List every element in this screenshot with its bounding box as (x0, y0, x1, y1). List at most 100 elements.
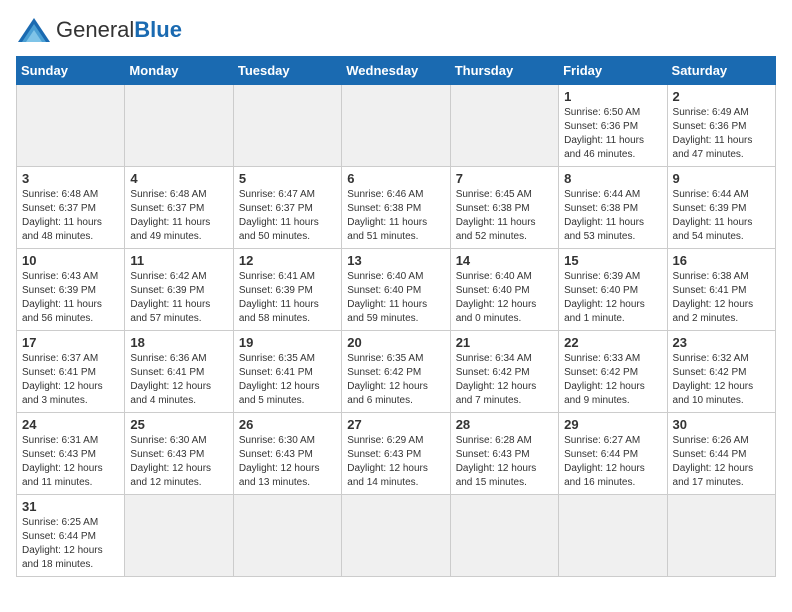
day-info: Sunrise: 6:44 AM Sunset: 6:38 PM Dayligh… (564, 188, 661, 244)
calendar-cell (559, 495, 667, 577)
day-info: Sunrise: 6:30 AM Sunset: 6:43 PM Dayligh… (239, 434, 336, 490)
day-number: 7 (456, 171, 553, 186)
calendar-cell: 29 Sunrise: 6:27 AM Sunset: 6:44 PM Dayli… (559, 413, 667, 495)
day-number: 6 (347, 171, 444, 186)
calendar-cell: 28Sunrise: 6:28 AM Sunset: 6:43 PM Dayli… (450, 413, 558, 495)
day-info: Sunrise: 6:32 AM Sunset: 6:42 PM Dayligh… (673, 352, 770, 408)
calendar-cell: 26 Sunrise: 6:30 AM Sunset: 6:43 PM Dayli… (233, 413, 341, 495)
calendar-week-5: 31 Sunrise: 6:25 AM Sunset: 6:44 PM Dayli… (17, 495, 776, 577)
calendar-cell: 11Sunrise: 6:42 AM Sunset: 6:39 PM Dayli… (125, 249, 233, 331)
calendar-cell: 13 Sunrise: 6:40 AM Sunset: 6:40 PM Dayli… (342, 249, 450, 331)
calendar-cell: 16 Sunrise: 6:38 AM Sunset: 6:41 PM Dayli… (667, 249, 775, 331)
day-number: 10 (22, 253, 119, 268)
weekday-wednesday: Wednesday (342, 57, 450, 85)
day-info: Sunrise: 6:27 AM Sunset: 6:44 PM Dayligh… (564, 434, 661, 490)
day-number: 20 (347, 335, 444, 350)
day-info: Sunrise: 6:35 AM Sunset: 6:41 PM Dayligh… (239, 352, 336, 408)
calendar-cell: 17 Sunrise: 6:37 AM Sunset: 6:41 PM Dayli… (17, 331, 125, 413)
day-info: Sunrise: 6:25 AM Sunset: 6:44 PM Dayligh… (22, 516, 119, 572)
day-info: Sunrise: 6:48 AM Sunset: 6:37 PM Dayligh… (130, 188, 227, 244)
calendar-cell: 27 Sunrise: 6:29 AM Sunset: 6:43 PM Dayli… (342, 413, 450, 495)
calendar-week-0: 1Sunrise: 6:50 AM Sunset: 6:36 PM Daylig… (17, 85, 776, 167)
day-number: 5 (239, 171, 336, 186)
day-number: 16 (673, 253, 770, 268)
day-info: Sunrise: 6:37 AM Sunset: 6:41 PM Dayligh… (22, 352, 119, 408)
calendar-cell (233, 495, 341, 577)
day-info: Sunrise: 6:49 AM Sunset: 6:36 PM Dayligh… (673, 106, 770, 162)
weekday-friday: Friday (559, 57, 667, 85)
calendar-week-2: 10 Sunrise: 6:43 AM Sunset: 6:39 PM Dayli… (17, 249, 776, 331)
day-number: 28 (456, 417, 553, 432)
day-info: Sunrise: 6:44 AM Sunset: 6:39 PM Dayligh… (673, 188, 770, 244)
calendar-cell: 2 Sunrise: 6:49 AM Sunset: 6:36 PM Daylig… (667, 85, 775, 167)
day-info: Sunrise: 6:29 AM Sunset: 6:43 PM Dayligh… (347, 434, 444, 490)
day-info: Sunrise: 6:45 AM Sunset: 6:38 PM Dayligh… (456, 188, 553, 244)
day-number: 1 (564, 89, 661, 104)
day-number: 19 (239, 335, 336, 350)
day-info: Sunrise: 6:31 AM Sunset: 6:43 PM Dayligh… (22, 434, 119, 490)
calendar-cell (450, 85, 558, 167)
day-info: Sunrise: 6:30 AM Sunset: 6:43 PM Dayligh… (130, 434, 227, 490)
day-number: 30 (673, 417, 770, 432)
weekday-monday: Monday (125, 57, 233, 85)
day-info: Sunrise: 6:40 AM Sunset: 6:40 PM Dayligh… (456, 270, 553, 326)
calendar-cell (125, 495, 233, 577)
calendar-cell: 5 Sunrise: 6:47 AM Sunset: 6:37 PM Daylig… (233, 167, 341, 249)
calendar-cell: 8 Sunrise: 6:44 AM Sunset: 6:38 PM Daylig… (559, 167, 667, 249)
calendar-cell (125, 85, 233, 167)
day-info: Sunrise: 6:26 AM Sunset: 6:44 PM Dayligh… (673, 434, 770, 490)
calendar-cell: 14Sunrise: 6:40 AM Sunset: 6:40 PM Dayli… (450, 249, 558, 331)
day-number: 13 (347, 253, 444, 268)
day-number: 12 (239, 253, 336, 268)
day-number: 25 (130, 417, 227, 432)
day-number: 27 (347, 417, 444, 432)
day-info: Sunrise: 6:34 AM Sunset: 6:42 PM Dayligh… (456, 352, 553, 408)
day-info: Sunrise: 6:41 AM Sunset: 6:39 PM Dayligh… (239, 270, 336, 326)
day-number: 23 (673, 335, 770, 350)
calendar-cell: 23 Sunrise: 6:32 AM Sunset: 6:42 PM Dayli… (667, 331, 775, 413)
calendar-cell: 10 Sunrise: 6:43 AM Sunset: 6:39 PM Dayli… (17, 249, 125, 331)
day-number: 15 (564, 253, 661, 268)
day-info: Sunrise: 6:46 AM Sunset: 6:38 PM Dayligh… (347, 188, 444, 244)
calendar-week-1: 3 Sunrise: 6:48 AM Sunset: 6:37 PM Daylig… (17, 167, 776, 249)
day-info: Sunrise: 6:42 AM Sunset: 6:39 PM Dayligh… (130, 270, 227, 326)
calendar-cell: 15 Sunrise: 6:39 AM Sunset: 6:40 PM Dayli… (559, 249, 667, 331)
calendar-cell: 9 Sunrise: 6:44 AM Sunset: 6:39 PM Daylig… (667, 167, 775, 249)
calendar-cell: 3Sunrise: 6:48 AM Sunset: 6:37 PM Daylig… (17, 167, 125, 249)
calendar-cell: 21 Sunrise: 6:34 AM Sunset: 6:42 PM Dayli… (450, 331, 558, 413)
day-info: Sunrise: 6:39 AM Sunset: 6:40 PM Dayligh… (564, 270, 661, 326)
calendar-cell: 30 Sunrise: 6:26 AM Sunset: 6:44 PM Dayli… (667, 413, 775, 495)
calendar-cell: 12 Sunrise: 6:41 AM Sunset: 6:39 PM Dayli… (233, 249, 341, 331)
day-number: 17 (22, 335, 119, 350)
calendar-cell: 20Sunrise: 6:35 AM Sunset: 6:42 PM Dayli… (342, 331, 450, 413)
calendar-cell: 4Sunrise: 6:48 AM Sunset: 6:37 PM Daylig… (125, 167, 233, 249)
day-number: 8 (564, 171, 661, 186)
calendar-cell: 22Sunrise: 6:33 AM Sunset: 6:42 PM Dayli… (559, 331, 667, 413)
day-number: 9 (673, 171, 770, 186)
weekday-saturday: Saturday (667, 57, 775, 85)
calendar-cell: 19 Sunrise: 6:35 AM Sunset: 6:41 PM Dayli… (233, 331, 341, 413)
calendar-week-3: 17 Sunrise: 6:37 AM Sunset: 6:41 PM Dayli… (17, 331, 776, 413)
calendar-cell: 18Sunrise: 6:36 AM Sunset: 6:41 PM Dayli… (125, 331, 233, 413)
day-info: Sunrise: 6:47 AM Sunset: 6:37 PM Dayligh… (239, 188, 336, 244)
calendar-cell: 6 Sunrise: 6:46 AM Sunset: 6:38 PM Daylig… (342, 167, 450, 249)
day-number: 26 (239, 417, 336, 432)
day-info: Sunrise: 6:38 AM Sunset: 6:41 PM Dayligh… (673, 270, 770, 326)
calendar-cell (233, 85, 341, 167)
calendar-cell: 25 Sunrise: 6:30 AM Sunset: 6:43 PM Dayli… (125, 413, 233, 495)
day-info: Sunrise: 6:43 AM Sunset: 6:39 PM Dayligh… (22, 270, 119, 326)
calendar-cell (342, 85, 450, 167)
day-number: 2 (673, 89, 770, 104)
day-number: 3 (22, 171, 119, 186)
weekday-thursday: Thursday (450, 57, 558, 85)
day-number: 21 (456, 335, 553, 350)
calendar-body: 1Sunrise: 6:50 AM Sunset: 6:36 PM Daylig… (17, 85, 776, 577)
day-number: 31 (22, 499, 119, 514)
calendar-header: SundayMondayTuesdayWednesdayThursdayFrid… (17, 57, 776, 85)
day-number: 22 (564, 335, 661, 350)
day-number: 29 (564, 417, 661, 432)
weekday-tuesday: Tuesday (233, 57, 341, 85)
logo: GeneralBlue (16, 16, 182, 44)
day-info: Sunrise: 6:40 AM Sunset: 6:40 PM Dayligh… (347, 270, 444, 326)
calendar-table: SundayMondayTuesdayWednesdayThursdayFrid… (16, 56, 776, 577)
